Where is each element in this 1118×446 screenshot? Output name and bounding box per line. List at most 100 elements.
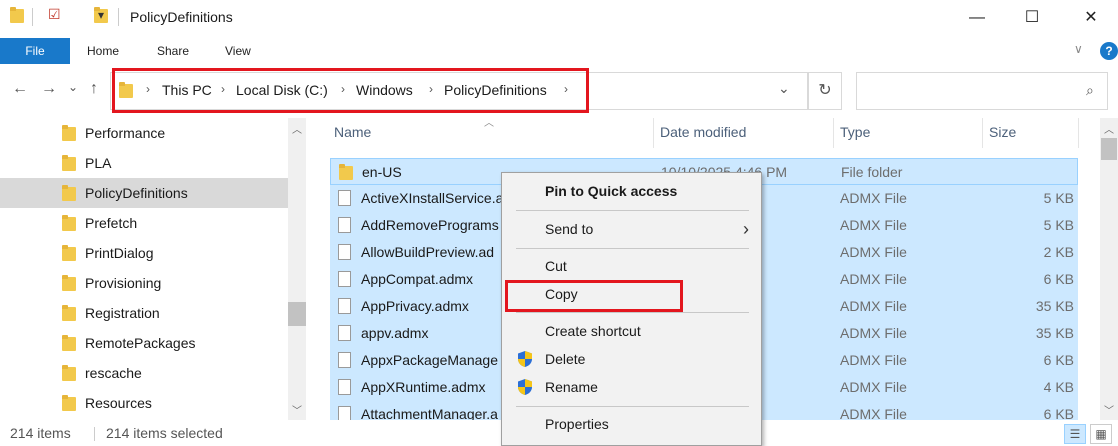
refresh-button[interactable]: ↻ [808,72,842,110]
column-header-type[interactable]: Type [840,124,870,140]
search-input[interactable] [856,72,1108,110]
folder-icon [62,275,76,291]
window-title: PolicyDefinitions [130,9,233,25]
menu-item-label: Delete [545,351,586,367]
file-size: 35 KB [1035,298,1074,314]
folder-icon [62,365,76,381]
menu-item-cut[interactable]: Cut [502,254,761,280]
menu-separator [516,210,749,211]
nav-item-remotepackages[interactable]: RemotePackages [0,328,288,358]
qat-dropdown-icon[interactable]: ▾ [98,8,104,22]
file-type: ADMX File [840,298,907,314]
back-button[interactable]: ← [12,80,28,98]
folder-icon [62,155,76,171]
large-icons-view-icon[interactable]: ▦ [1090,424,1112,444]
column-divider[interactable] [833,118,834,148]
tab-share[interactable]: Share [157,38,189,64]
menu-item-send-to[interactable]: Send to › [502,217,761,243]
menu-separator [516,406,749,407]
file-icon [338,217,351,233]
column-divider[interactable] [653,118,654,148]
nav-item-prefetch[interactable]: Prefetch [0,208,288,238]
file-icon [338,325,351,341]
file-size: 6 KB [1043,271,1074,287]
scroll-down-icon[interactable]: ﹀ [292,402,302,417]
scroll-up-icon[interactable]: ︿ [1104,121,1114,136]
up-button[interactable]: ↑ [90,80,98,98]
menu-item-label: Properties [545,416,609,432]
column-header-name[interactable]: Name [334,124,371,140]
folder-icon [62,185,76,201]
nav-item-rescache[interactable]: rescache [0,358,288,388]
maximize-button[interactable]: ☐ [1009,0,1055,36]
nav-item-provisioning[interactable]: Provisioning [0,268,288,298]
recent-locations-button[interactable]: ⌄ [68,80,78,94]
file-icon [338,352,351,368]
menu-item-label: Cut [545,258,567,274]
scroll-down-icon[interactable]: ﹀ [1104,402,1114,417]
file-name: AddRemovePrograms [361,217,499,233]
nav-item-label: Resources [85,395,152,411]
file-icon [338,271,351,287]
nav-item-performance[interactable]: Performance [0,118,288,148]
folder-icon [62,395,76,411]
address-dropdown-icon[interactable]: ⌄ [778,80,790,97]
file-type: ADMX File [840,406,907,420]
tab-home[interactable]: Home [87,38,119,64]
status-divider [94,427,95,441]
menu-item-label: Send to [545,221,594,237]
menu-item-label: Create shortcut [545,323,641,339]
file-name: AttachmentManager.a [361,406,498,420]
column-divider[interactable] [1078,118,1079,148]
nav-item-printdialog[interactable]: PrintDialog [0,238,288,268]
nav-scrollbar-thumb[interactable] [288,302,306,326]
menu-item-properties[interactable]: Properties [502,412,761,438]
file-list-scrollbar[interactable] [1100,118,1118,420]
file-icon [338,190,351,206]
nav-item-resources[interactable]: Resources [0,388,288,418]
nav-item-label: Performance [85,125,166,141]
menu-item-rename[interactable]: Rename [502,375,761,401]
file-name: AppxPackageManage [361,352,498,368]
tab-view[interactable]: View [225,38,251,64]
nav-item-pla[interactable]: PLA [0,148,288,178]
file-list-scrollbar-thumb[interactable] [1101,138,1117,160]
nav-item-policydefinitions[interactable]: PolicyDefinitions [0,178,288,208]
file-name: AllowBuildPreview.ad [361,244,495,260]
nav-item-registration[interactable]: Registration [0,298,288,328]
details-view-icon[interactable]: ☰ [1064,424,1086,444]
column-divider[interactable] [982,118,983,148]
menu-item-pin-to-quick-access[interactable]: Pin to Quick access [502,179,761,205]
file-name: appv.admx [361,325,429,341]
menu-item-delete[interactable]: Delete [502,347,761,373]
column-header-size[interactable]: Size [989,124,1016,140]
folder-icon [62,245,76,261]
file-size: 6 KB [1043,406,1074,420]
minimize-button[interactable]: — [954,0,1000,36]
file-icon [338,298,351,314]
file-type: ADMX File [840,217,907,233]
column-header-date[interactable]: Date modified [660,124,746,140]
properties-icon[interactable]: ☑ [48,6,61,23]
file-name: ActiveXInstallService.a [361,190,504,206]
address-highlight-box [112,68,589,113]
tab-file[interactable]: File [0,38,70,64]
sort-ascending-icon: ︿ [484,118,494,129]
help-icon[interactable]: ? [1100,42,1118,60]
forward-button[interactable]: → [41,80,57,98]
nav-item-label: PrintDialog [85,245,154,261]
nav-scrollbar[interactable] [288,118,306,420]
close-button[interactable]: ✕ [1068,0,1114,36]
folder-icon [62,215,76,231]
nav-item-label: Registration [85,305,160,321]
file-size: 6 KB [1043,352,1074,368]
menu-item-create-shortcut[interactable]: Create shortcut [502,319,761,345]
scroll-up-icon[interactable]: ︿ [292,121,302,136]
menu-item-label: Pin to Quick access [545,183,678,199]
file-name: AppPrivacy.admx [361,298,469,314]
menu-separator [516,248,749,249]
copy-highlight-box [505,280,683,312]
expand-ribbon-icon[interactable]: ∨ [1074,42,1083,56]
uac-shield-icon [518,351,532,367]
file-type: ADMX File [840,379,907,395]
